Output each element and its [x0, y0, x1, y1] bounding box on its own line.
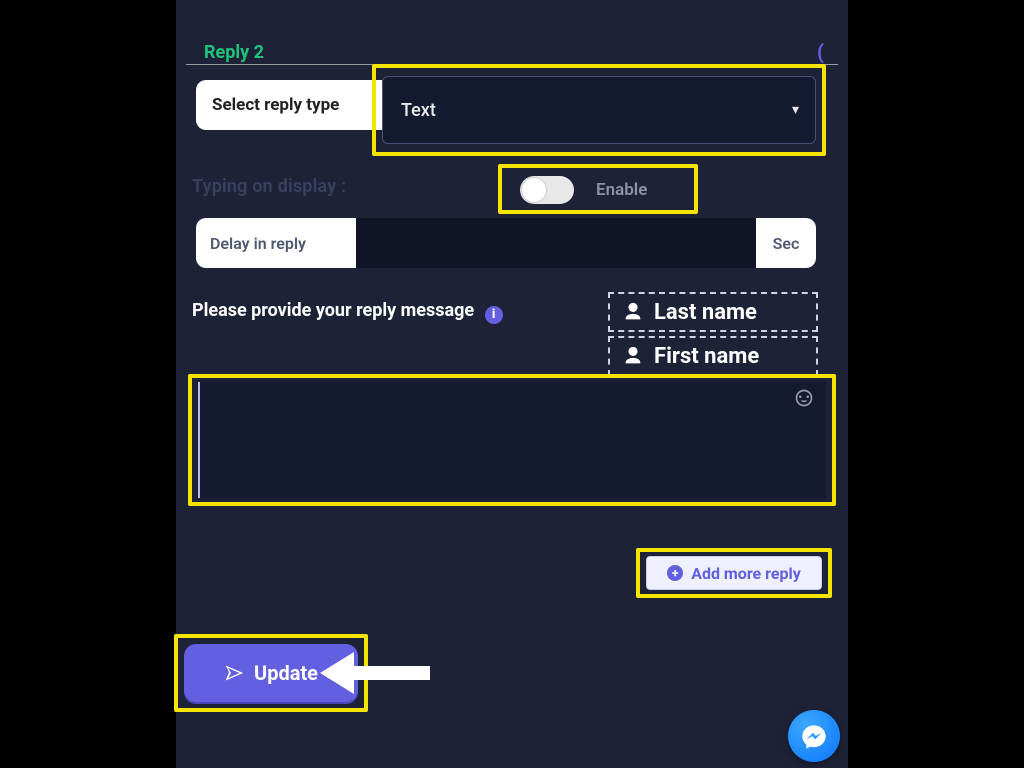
emoji-picker-icon[interactable]: [794, 388, 814, 408]
chip-label: First name: [654, 344, 759, 369]
variable-chip-first-name[interactable]: First name: [608, 336, 818, 376]
toggle-knob: [522, 178, 546, 202]
delay-label: Delay in reply: [196, 218, 356, 268]
person-icon: [622, 345, 644, 367]
paper-plane-icon: [224, 663, 244, 683]
delay-row: Delay in reply Sec: [196, 218, 816, 268]
tab-accent-icon: (: [817, 40, 824, 64]
plus-circle-icon: +: [667, 565, 683, 581]
tab-title: Reply 2: [204, 42, 264, 63]
add-more-reply-button[interactable]: + Add more reply: [646, 556, 822, 590]
enable-toggle[interactable]: [520, 176, 574, 204]
reply-type-select[interactable]: Text ▾: [382, 76, 816, 144]
delay-input[interactable]: [356, 218, 756, 268]
typing-on-display-label: Typing on display :: [192, 176, 346, 197]
delay-unit: Sec: [756, 218, 816, 268]
chevron-down-icon: ▾: [792, 102, 799, 118]
person-icon: [622, 301, 644, 323]
messenger-bubble-icon[interactable]: [788, 710, 840, 762]
variable-chip-last-name[interactable]: Last name: [608, 292, 818, 332]
update-label: Update: [254, 661, 318, 685]
enable-toggle-label: Enable: [596, 180, 647, 200]
info-icon[interactable]: i: [485, 306, 503, 324]
chip-label: Last name: [654, 300, 757, 325]
update-button[interactable]: Update: [184, 644, 358, 702]
select-reply-type-label: Select reply type: [196, 80, 382, 130]
reply-message-input[interactable]: [198, 382, 826, 498]
add-more-label: Add more reply: [691, 564, 801, 583]
reply-type-value: Text: [401, 100, 436, 121]
provide-message-label: Please provide your reply message i: [192, 300, 503, 322]
